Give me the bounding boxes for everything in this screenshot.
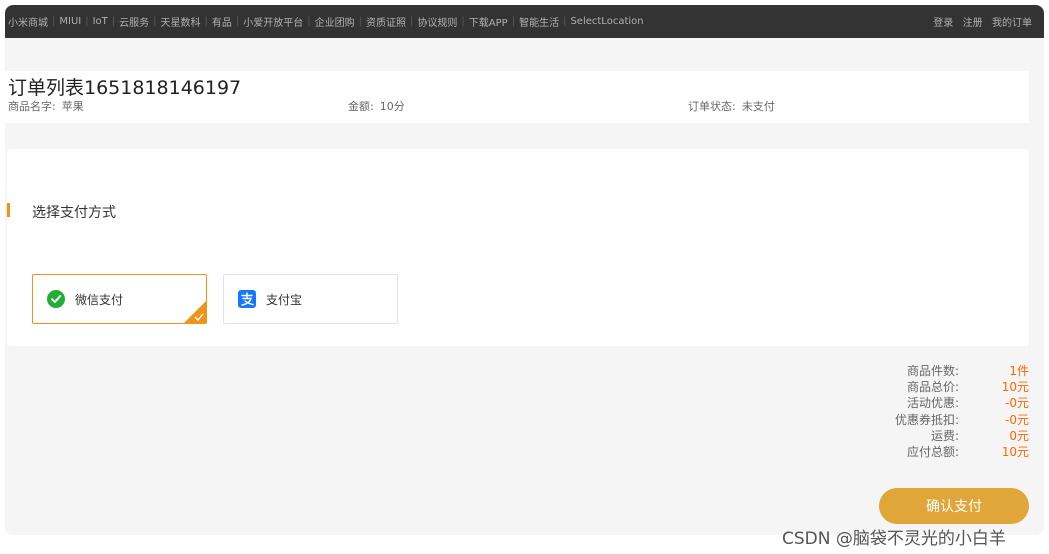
nav-miui[interactable]: MIUI [59, 16, 81, 27]
nav-separator: | [153, 16, 157, 27]
nav-separator: | [85, 16, 89, 27]
status-label: 订单状态: [688, 100, 736, 113]
order-status: 订单状态: 未支付 [688, 98, 775, 114]
summary-label: 应付总额: [906, 444, 959, 459]
product-name-label: 商品名字: [8, 100, 56, 113]
summary-label: 商品总价: [906, 380, 959, 395]
nav-tianxing[interactable]: 天星数科 [161, 14, 201, 29]
summary-label: 优惠券抵扣: [894, 412, 959, 427]
product-name: 商品名字: 苹果 [8, 98, 84, 114]
alipay-option[interactable]: 支付宝 [223, 274, 398, 324]
summary-row-coupon: 优惠券抵扣: -0元 [895, 412, 1029, 428]
alipay-label: 支付宝 [266, 292, 303, 307]
nav-qualifications[interactable]: 资质证照 [366, 14, 406, 29]
summary-row-amount-due: 应付总额: 10元 [895, 444, 1029, 460]
nav-separator: | [563, 16, 567, 27]
nav-mi-store[interactable]: 小米商城 [8, 14, 48, 29]
login-link[interactable]: 登录 [933, 14, 953, 29]
summary-label: 商品件数: [906, 364, 959, 378]
nav-separator: | [235, 16, 240, 27]
watermark: CSDN @脑袋不灵光的小白羊 [782, 529, 1006, 549]
site-nav: 小米商城 | MIUI | IoT | 云服务 | 天星数科 | 有品 | 小爱… [8, 14, 644, 29]
amount-label: 金额: [348, 100, 374, 113]
order-title: 订单列表1651818146197 [8, 77, 242, 99]
nav-separator: | [511, 16, 516, 27]
summary-value: 1件 [1009, 364, 1029, 378]
summary-value: 0元 [1009, 428, 1029, 443]
user-nav: 登录 | 注册 | 我的订单 [933, 14, 1032, 29]
summary-value: -0元 [1005, 396, 1029, 411]
alipay-icon [238, 290, 256, 308]
nav-separator: | [956, 16, 960, 27]
nav-youpin[interactable]: 有品 [212, 14, 232, 29]
confirm-payment-button[interactable]: 确认支付 [879, 488, 1029, 524]
wechat-pay-option[interactable]: 微信支付 [32, 274, 207, 324]
payment-section-title: 选择支付方式 [32, 205, 116, 221]
order-amount: 金额: 10分 [348, 98, 405, 114]
wechat-pay-label: 微信支付 [75, 292, 124, 307]
summary-label: 运费: [930, 428, 959, 443]
nav-separator: | [111, 16, 116, 27]
nav-xiaoai-platform[interactable]: 小爱开放平台 [243, 14, 303, 29]
nav-enterprise[interactable]: 企业团购 [315, 14, 355, 29]
order-info-card: 订单列表1651818146197 商品名字: 苹果 金额: 10分 订单状态: 未支… [5, 71, 1029, 123]
nav-download-app[interactable]: 下载APP [469, 14, 508, 29]
nav-agreements[interactable]: 协议规则 [417, 14, 457, 29]
top-navigation-bar: 小米商城 | MIUI | IoT | 云服务 | 天星数科 | 有品 | 小爱… [5, 5, 1044, 38]
nav-separator: | [985, 16, 989, 27]
status-value: 未支付 [741, 100, 775, 113]
nav-iot[interactable]: IoT [93, 16, 108, 27]
summary-label: 活动优惠: [906, 396, 959, 411]
nav-separator: | [204, 16, 208, 27]
payment-method-card: 选择支付方式 微信支付 支付宝 [7, 149, 1029, 346]
nav-cloud-service[interactable]: 云服务 [119, 14, 149, 29]
summary-value: 10元 [1001, 380, 1029, 395]
nav-smart-life[interactable]: 智能生活 [519, 14, 559, 29]
nav-separator: | [307, 16, 311, 27]
summary-row-promotion: 活动优惠: -0元 [895, 395, 1029, 411]
register-link[interactable]: 注册 [963, 14, 983, 29]
wechat-pay-icon [47, 290, 65, 308]
nav-separator: | [52, 16, 56, 27]
summary-value: 10元 [1001, 444, 1029, 459]
summary-row-shipping: 运费: 0元 [895, 428, 1029, 444]
nav-separator: | [410, 16, 414, 27]
amount-value: 10分 [379, 100, 405, 113]
nav-select-location[interactable]: SelectLocation [570, 16, 643, 27]
page-frame: 小米商城 | MIUI | IoT | 云服务 | 天星数科 | 有品 | 小爱… [5, 5, 1044, 535]
my-orders-link[interactable]: 我的订单 [992, 14, 1032, 29]
product-name-value: 苹果 [61, 100, 84, 113]
nav-separator: | [461, 16, 465, 27]
section-accent-bar [7, 203, 10, 217]
nav-separator: | [358, 16, 363, 27]
summary-row-total-price: 商品总价: 10元 [895, 379, 1029, 395]
selected-check-icon [184, 301, 206, 323]
summary-value: -0元 [1005, 412, 1029, 427]
summary-row-item-count: 商品件数: 1件 [895, 363, 1029, 379]
order-summary: 商品件数: 1件 商品总价: 10元 活动优惠: -0元 优惠券抵扣: -0元 … [895, 363, 1029, 460]
